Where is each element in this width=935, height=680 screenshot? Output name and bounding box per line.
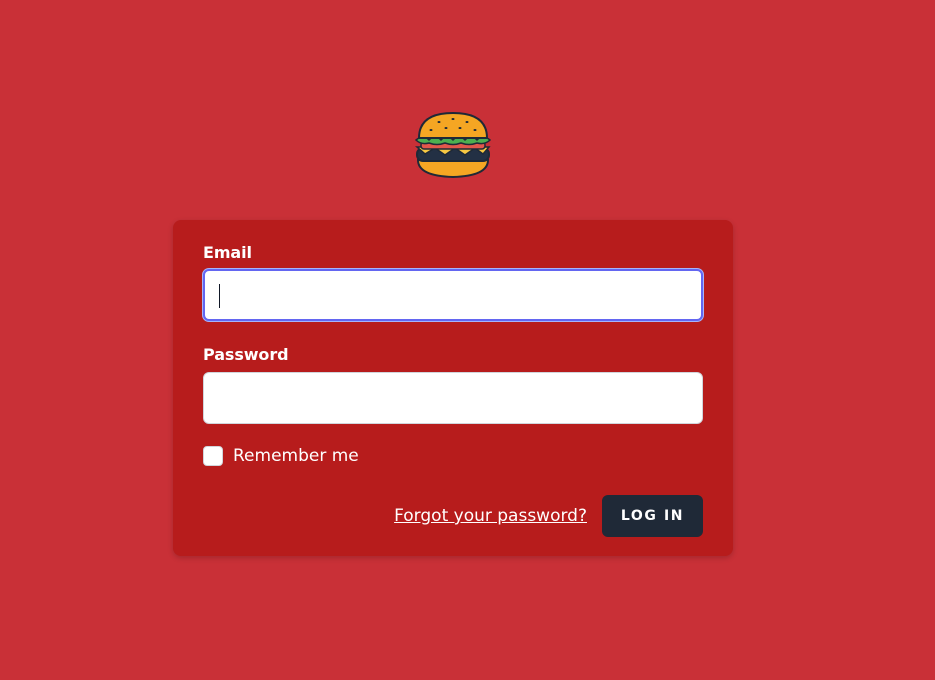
email-input[interactable] bbox=[203, 269, 703, 321]
password-label: Password bbox=[203, 345, 289, 364]
password-input[interactable] bbox=[203, 372, 703, 424]
forgot-password-link[interactable]: Forgot your password? bbox=[394, 506, 587, 526]
burger-logo-icon bbox=[413, 110, 493, 182]
remember-me-checkbox[interactable] bbox=[203, 446, 223, 466]
remember-me-label: Remember me bbox=[233, 446, 359, 466]
text-caret bbox=[219, 284, 220, 308]
email-label: Email bbox=[203, 243, 252, 262]
login-button[interactable]: LOG IN bbox=[602, 495, 703, 537]
login-page: Email Password Remember me Forgot your p… bbox=[0, 0, 935, 680]
remember-me-option[interactable]: Remember me bbox=[203, 446, 359, 466]
login-card: Email Password Remember me Forgot your p… bbox=[173, 220, 733, 556]
